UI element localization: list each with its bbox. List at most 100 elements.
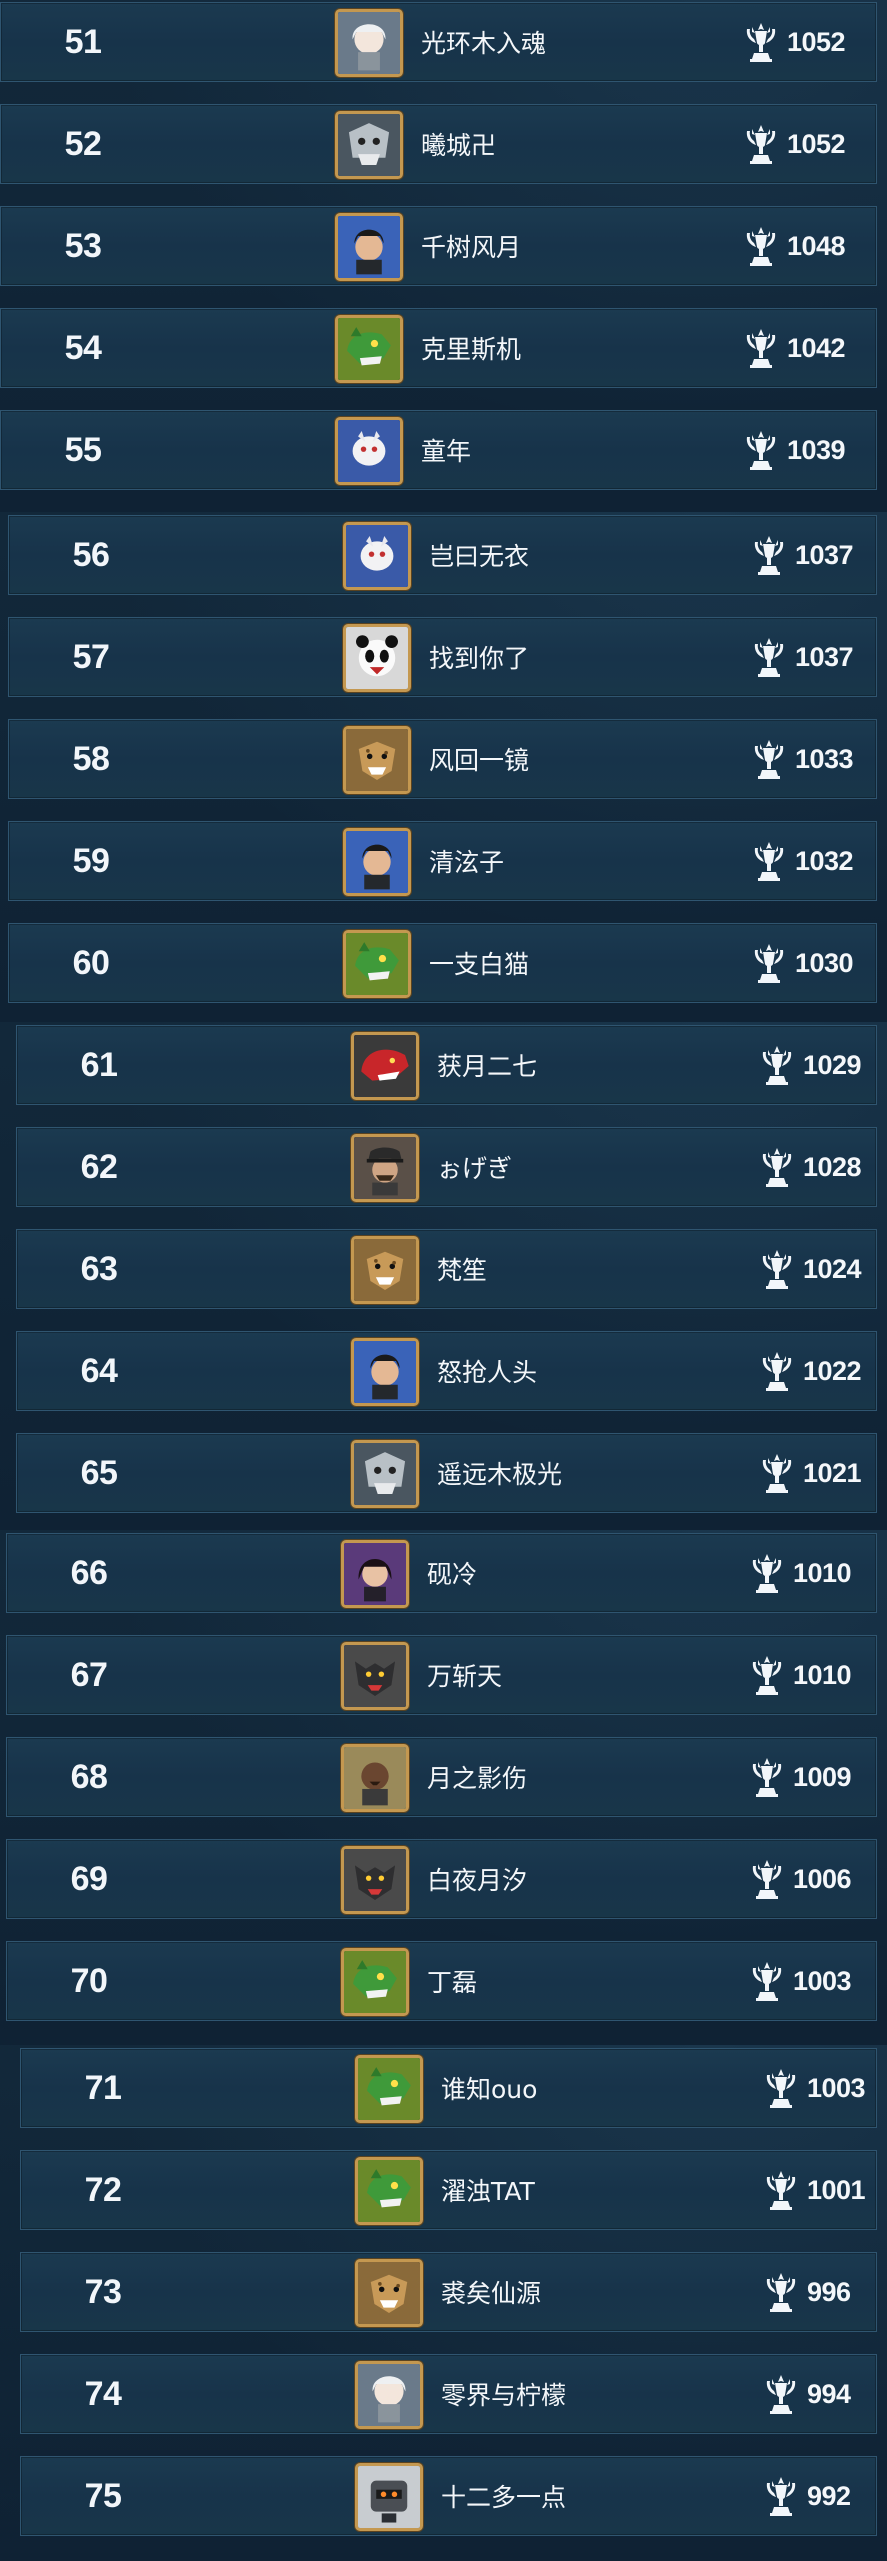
- leaderboard-row[interactable]: 51 光环木入魂 1052: [0, 2, 877, 82]
- rank-number: 58: [72, 739, 110, 778]
- wolf-avatar[interactable]: [341, 1642, 409, 1710]
- leaderboard-row[interactable]: 58 风回一镜 1033: [8, 719, 877, 799]
- player-name[interactable]: 风回一镜: [429, 720, 529, 798]
- trophy-icon: [761, 2475, 801, 2517]
- leaderboard-row[interactable]: 52 曦城卍 1052: [0, 104, 877, 184]
- score-value: 1030: [795, 947, 854, 978]
- score-value: 1052: [787, 128, 846, 159]
- white-haired-girl-avatar[interactable]: [355, 2361, 423, 2429]
- robot-avatar[interactable]: [355, 2463, 423, 2531]
- player-name[interactable]: 十二多一点: [441, 2457, 566, 2535]
- score-group: 1042: [741, 309, 846, 387]
- dark-haired-man-avatar[interactable]: [343, 828, 411, 896]
- score-group: 994: [761, 2355, 851, 2433]
- dark-haired-man-avatar[interactable]: [351, 1338, 419, 1406]
- dark-haired-man-avatar[interactable]: [335, 213, 403, 281]
- red-dragon-avatar[interactable]: [351, 1032, 419, 1100]
- leaderboard-row[interactable]: 57 找到你了 1037: [8, 617, 877, 697]
- player-name[interactable]: 濯浊TAT: [441, 2151, 535, 2229]
- score-value: 1001: [807, 2174, 866, 2205]
- green-dragon-avatar[interactable]: [343, 930, 411, 998]
- score-value: 996: [807, 2276, 851, 2307]
- leaderboard-row[interactable]: 74 零界与柠檬 994: [20, 2354, 877, 2434]
- player-name[interactable]: 砚冷: [427, 1534, 477, 1612]
- rank-number: 51: [64, 22, 102, 61]
- player-name[interactable]: 零界与柠檬: [441, 2355, 566, 2433]
- hyena-avatar[interactable]: [343, 726, 411, 794]
- leaderboard-row[interactable]: 72 濯浊TAT 1001: [20, 2150, 877, 2230]
- trophy-icon: [747, 1858, 787, 1900]
- player-name[interactable]: 光环木入魂: [421, 3, 546, 81]
- score-value: 1042: [787, 332, 846, 363]
- player-name[interactable]: 岂曰无衣: [429, 516, 529, 594]
- player-name[interactable]: 一支白猫: [429, 924, 529, 1002]
- leaderboard-row[interactable]: 53 千树风月 1048: [0, 206, 877, 286]
- player-name[interactable]: 童年: [421, 411, 471, 489]
- player-name[interactable]: 万斩天: [427, 1636, 502, 1714]
- armored-beast-avatar[interactable]: [335, 111, 403, 179]
- leaderboard-segment: 66 砚冷 1010 67 万斩天 1010 68 月之影伤 1009 69 白夜月汐 1006 70 丁…: [0, 1530, 887, 2045]
- leaderboard-row[interactable]: 68 月之影伤 1009: [6, 1737, 877, 1817]
- player-name[interactable]: 丁磊: [427, 1942, 477, 2020]
- white-creature-avatar[interactable]: [343, 522, 411, 590]
- green-dragon-avatar[interactable]: [335, 315, 403, 383]
- player-name[interactable]: 裘矣仙源: [441, 2253, 541, 2331]
- player-name[interactable]: 克里斯机: [421, 309, 521, 387]
- rank-number: 55: [64, 430, 102, 469]
- officer-avatar[interactable]: [351, 1134, 419, 1202]
- score-group: 1021: [757, 1434, 862, 1512]
- leaderboard-row[interactable]: 64 怒抢人头 1022: [16, 1331, 877, 1411]
- player-name[interactable]: 找到你了: [429, 618, 529, 696]
- player-name[interactable]: 月之影伤: [427, 1738, 527, 1816]
- score-group: 1052: [741, 3, 846, 81]
- score-value: 1028: [803, 1151, 862, 1182]
- leaderboard-row[interactable]: 61 获月二七 1029: [16, 1025, 877, 1105]
- rank-number: 75: [84, 2476, 122, 2515]
- green-dragon-avatar[interactable]: [355, 2157, 423, 2225]
- leaderboard-row[interactable]: 70 丁磊 1003: [6, 1941, 877, 2021]
- long-haired-man-avatar[interactable]: [341, 1540, 409, 1608]
- leaderboard-row[interactable]: 67 万斩天 1010: [6, 1635, 877, 1715]
- score-group: 1010: [747, 1636, 852, 1714]
- player-name[interactable]: 清泫子: [429, 822, 504, 900]
- score-group: 1052: [741, 105, 846, 183]
- player-name[interactable]: 曦城卍: [421, 105, 496, 183]
- leaderboard-row[interactable]: 65 遥远木极光 1021: [16, 1433, 877, 1513]
- hyena-avatar[interactable]: [355, 2259, 423, 2327]
- player-name[interactable]: 白夜月汐: [427, 1840, 527, 1918]
- leaderboard-row[interactable]: 60 一支白猫 1030: [8, 923, 877, 1003]
- leaderboard-row[interactable]: 75 十二多一点 992: [20, 2456, 877, 2536]
- wolf-avatar[interactable]: [341, 1846, 409, 1914]
- rank-number: 62: [80, 1147, 118, 1186]
- leaderboard-row[interactable]: 55 童年 1039: [0, 410, 877, 490]
- leaderboard-row[interactable]: 71 谁知ouo 1003: [20, 2048, 877, 2128]
- score-group: 1030: [749, 924, 854, 1002]
- leaderboard-row[interactable]: 59 清泫子 1032: [8, 821, 877, 901]
- player-name[interactable]: 怒抢人头: [437, 1332, 537, 1410]
- rank-number: 54: [64, 328, 102, 367]
- player-name[interactable]: 谁知ouo: [441, 2049, 537, 2127]
- rank-number: 73: [84, 2272, 122, 2311]
- player-name[interactable]: ぉげぎ: [437, 1128, 512, 1206]
- leaderboard-row[interactable]: 54 克里斯机 1042: [0, 308, 877, 388]
- bald-man-avatar[interactable]: [341, 1744, 409, 1812]
- leaderboard-row[interactable]: 66 砚冷 1010: [6, 1533, 877, 1613]
- white-haired-girl-avatar[interactable]: [335, 9, 403, 77]
- leaderboard-row[interactable]: 56 岂曰无衣 1037: [8, 515, 877, 595]
- player-name[interactable]: 千树风月: [421, 207, 521, 285]
- leaderboard-row[interactable]: 63 梵笙 1024: [16, 1229, 877, 1309]
- green-dragon-avatar[interactable]: [355, 2055, 423, 2123]
- player-name[interactable]: 遥远木极光: [437, 1434, 562, 1512]
- armored-beast-avatar[interactable]: [351, 1440, 419, 1508]
- trophy-icon: [757, 1044, 797, 1086]
- trophy-icon: [741, 429, 781, 471]
- white-creature-avatar[interactable]: [335, 417, 403, 485]
- leaderboard-row[interactable]: 73 裘矣仙源 996: [20, 2252, 877, 2332]
- player-name[interactable]: 梵笙: [437, 1230, 487, 1308]
- leaderboard-row[interactable]: 69 白夜月汐 1006: [6, 1839, 877, 1919]
- player-name[interactable]: 获月二七: [437, 1026, 537, 1104]
- leaderboard-row[interactable]: 62 ぉげぎ 1028: [16, 1127, 877, 1207]
- panda-avatar[interactable]: [343, 624, 411, 692]
- green-dragon-avatar[interactable]: [341, 1948, 409, 2016]
- hyena-avatar[interactable]: [351, 1236, 419, 1304]
